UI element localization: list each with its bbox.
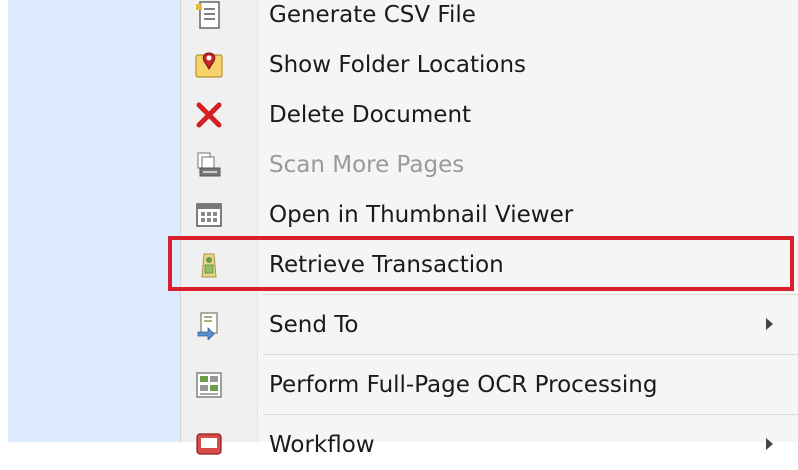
menu-item-label: Generate CSV File — [269, 2, 476, 28]
menu-item-perform-ocr[interactable]: Perform Full-Page OCR Processing — [181, 360, 798, 410]
submenu-arrow-icon — [766, 438, 773, 450]
menu-separator — [263, 354, 798, 355]
menu-separator — [263, 414, 798, 415]
menu-item-send-to[interactable]: Send To — [181, 300, 798, 350]
scanner-icon — [193, 149, 225, 181]
menu-item-label: Delete Document — [269, 102, 472, 128]
menu-separator — [263, 294, 798, 295]
menu-item-scan-more-pages[interactable]: Scan More Pages — [181, 140, 798, 190]
menu-item-label: Send To — [269, 312, 359, 338]
menu-item-label: Workflow — [269, 432, 375, 458]
send-to-icon — [193, 309, 225, 341]
menu-item-label: Open in Thumbnail Viewer — [269, 202, 574, 228]
submenu-arrow-icon — [766, 318, 773, 330]
menu-item-open-thumbnail-viewer[interactable]: Open in Thumbnail Viewer — [181, 190, 798, 240]
menu-item-generate-csv[interactable]: Generate CSV File — [181, 0, 798, 40]
menu-item-label: Perform Full-Page OCR Processing — [269, 372, 658, 398]
side-pane — [8, 0, 180, 442]
csv-file-icon — [193, 0, 225, 31]
context-menu: Generate CSV File Show Folder Locations … — [180, 0, 798, 458]
menu-item-workflow[interactable]: Workflow — [181, 420, 798, 470]
menu-item-label: Show Folder Locations — [269, 52, 527, 78]
ocr-icon — [193, 369, 225, 401]
window-edge — [0, 0, 8, 442]
delete-x-icon — [193, 99, 225, 131]
menu-item-label: Scan More Pages — [269, 152, 465, 178]
highlight-annotation-box — [168, 236, 794, 291]
folder-location-icon — [193, 49, 225, 81]
menu-item-show-folder-locations[interactable]: Show Folder Locations — [181, 40, 798, 90]
menu-item-delete-document[interactable]: Delete Document — [181, 90, 798, 140]
workflow-icon — [193, 429, 225, 461]
thumbnail-grid-icon — [193, 199, 225, 231]
